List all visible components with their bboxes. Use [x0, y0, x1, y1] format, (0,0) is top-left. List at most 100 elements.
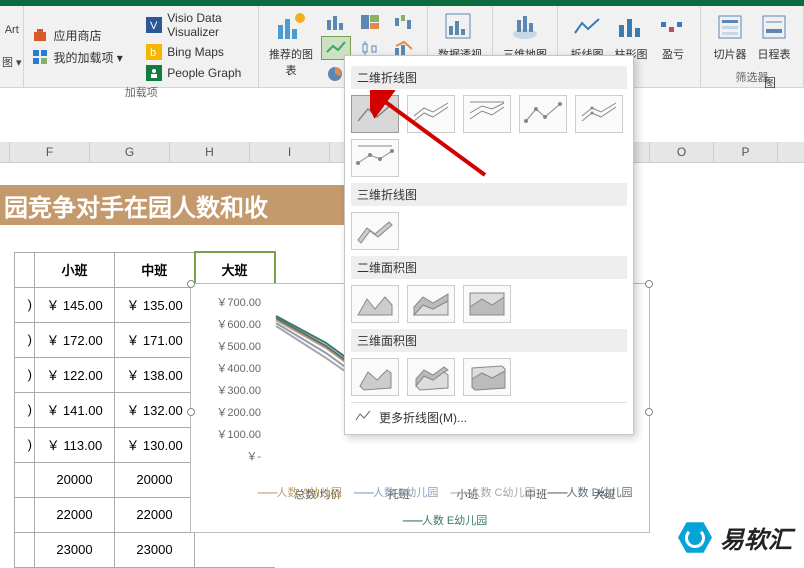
dd-section-3d-line: 三维折线图 [351, 183, 627, 206]
cell[interactable]: ￥ 113.00 [35, 427, 115, 462]
title-banner: 园竞争对手在园人数和收 [0, 185, 350, 225]
cell[interactable] [15, 532, 35, 567]
chart-option-3d-100-stacked-area[interactable] [463, 358, 511, 396]
cell[interactable]: 22000 [35, 497, 115, 532]
cell[interactable]: ￥ 130.00 [115, 427, 195, 462]
cell[interactable]: ) [15, 427, 35, 462]
recommended-charts-label: 推荐的图表 [267, 46, 315, 78]
insert-hierarchy-chart-button[interactable] [355, 10, 385, 34]
col-header[interactable]: H [170, 142, 250, 162]
cell[interactable]: ￥ 132.00 [115, 392, 195, 427]
cell[interactable]: ￥ 171.00 [115, 322, 195, 357]
chart-option-3d-area[interactable] [351, 358, 399, 396]
ytick: ￥300.00 [211, 382, 261, 404]
my-addins-button[interactable]: 我的加载项 ▾ [32, 48, 136, 67]
table-row: 2300023000 [15, 532, 275, 567]
ytick: ￥100.00 [211, 426, 261, 448]
cell[interactable]: ) [15, 287, 35, 322]
table-header[interactable]: 大班 [195, 252, 275, 287]
cell[interactable] [15, 497, 35, 532]
svg-text:b: b [150, 47, 156, 59]
cell[interactable]: ￥ 172.00 [35, 322, 115, 357]
chart-y-axis: ￥700.00 ￥600.00 ￥500.00 ￥400.00 ￥300.00 … [211, 294, 261, 470]
dropdown-covered-label: 图 [764, 74, 776, 91]
recommended-charts-button[interactable]: 推荐的图表 [267, 10, 315, 78]
cell[interactable] [195, 532, 275, 567]
bing-maps-button[interactable]: b Bing Maps [146, 43, 250, 61]
more-charts-label: 更多折线图(M)... [379, 409, 467, 426]
chart-option-stacked-line-markers[interactable] [575, 95, 623, 133]
ytick: ￥- [211, 448, 261, 470]
col-header[interactable]: P [714, 142, 778, 162]
dd-section-2d-line: 二维折线图 [351, 66, 627, 89]
cell[interactable]: 23000 [35, 532, 115, 567]
timeline-button[interactable]: 日程表 [753, 10, 795, 67]
people-graph-button[interactable]: People Graph [146, 64, 250, 82]
slicer-icon [713, 10, 747, 44]
ytick: ￥600.00 [211, 316, 261, 338]
ribbon-left-label2[interactable]: 图 ▾ [2, 54, 22, 70]
chart-option-line-markers[interactable] [519, 95, 567, 133]
table-header[interactable]: 小班 [35, 252, 115, 287]
app-store-button[interactable]: 应用商店 [32, 26, 136, 45]
watermark-icon [678, 521, 712, 555]
col-header[interactable]: I [250, 142, 330, 162]
chart-option-3d-stacked-area[interactable] [407, 358, 455, 396]
bing-icon: b [146, 44, 162, 60]
table-header[interactable]: 中班 [115, 252, 195, 287]
line-chart-dropdown: 二维折线图 三维折线图 二维面积图 三维面积图 更多折线图(M)... [344, 55, 634, 435]
cell[interactable] [15, 462, 35, 497]
addins-group-label: 加载项 [32, 82, 250, 100]
cell[interactable]: ) [15, 392, 35, 427]
resize-handle[interactable] [187, 408, 195, 416]
chart-option-100-stacked-line[interactable] [463, 95, 511, 133]
slicer-button[interactable]: 切片器 [709, 10, 751, 67]
col-header[interactable]: O [650, 142, 714, 162]
cell[interactable]: 22000 [115, 497, 195, 532]
table-header-row: 小班 中班 大班 [15, 252, 275, 287]
recommended-charts-icon [274, 10, 308, 44]
visio-icon: V [146, 17, 162, 33]
legend-item: 人数 C幼儿园 [450, 484, 535, 500]
people-label: People Graph [167, 66, 241, 80]
col-header[interactable]: G [90, 142, 170, 162]
cell[interactable]: ￥ 135.00 [115, 287, 195, 322]
sparkline-winloss-button[interactable]: 盈亏 [654, 10, 692, 85]
cell[interactable]: 20000 [115, 462, 195, 497]
slicer-label: 切片器 [714, 46, 747, 62]
insert-waterfall-chart-button[interactable] [389, 10, 419, 34]
sparkline-column-icon [614, 10, 648, 44]
resize-handle[interactable] [187, 280, 195, 288]
insert-column-chart-button[interactable] [321, 10, 351, 34]
cell[interactable]: 23000 [115, 532, 195, 567]
cell[interactable]: ) [15, 357, 35, 392]
chart-option-stacked-line[interactable] [407, 95, 455, 133]
cell[interactable]: 20000 [35, 462, 115, 497]
legend-item: 人数 D幼儿园 [547, 484, 632, 500]
cell[interactable]: ) [15, 322, 35, 357]
app-store-label: 应用商店 [53, 27, 101, 44]
chart-option-100-stacked-area[interactable] [463, 285, 511, 323]
chart-option-area[interactable] [351, 285, 399, 323]
ribbon-group-addins: 应用商店 我的加载项 ▾ V Visio Data Visualizer b B… [24, 6, 259, 87]
more-line-charts-button[interactable]: 更多折线图(M)... [351, 402, 627, 432]
visio-label: Visio Data Visualizer [167, 11, 250, 39]
cell[interactable]: ￥ 122.00 [35, 357, 115, 392]
cell[interactable]: ￥ 141.00 [35, 392, 115, 427]
pivot-chart-icon [443, 10, 477, 44]
watermark-text: 易软汇 [720, 520, 792, 555]
cell[interactable]: ￥ 138.00 [115, 357, 195, 392]
chart-option-line[interactable] [351, 95, 399, 133]
chart-option-100-stacked-line-markers[interactable] [351, 139, 399, 177]
col-header[interactable]: F [10, 142, 90, 162]
cell[interactable]: ￥ 145.00 [35, 287, 115, 322]
resize-handle[interactable] [645, 408, 653, 416]
chart-option-stacked-area[interactable] [407, 285, 455, 323]
timeline-icon [757, 10, 791, 44]
visio-addin-button[interactable]: V Visio Data Visualizer [146, 10, 250, 40]
ytick: ￥500.00 [211, 338, 261, 360]
resize-handle[interactable] [645, 280, 653, 288]
table-header-cut[interactable] [15, 252, 35, 287]
timeline-label: 日程表 [758, 46, 791, 62]
chart-option-3d-line[interactable] [351, 212, 399, 250]
